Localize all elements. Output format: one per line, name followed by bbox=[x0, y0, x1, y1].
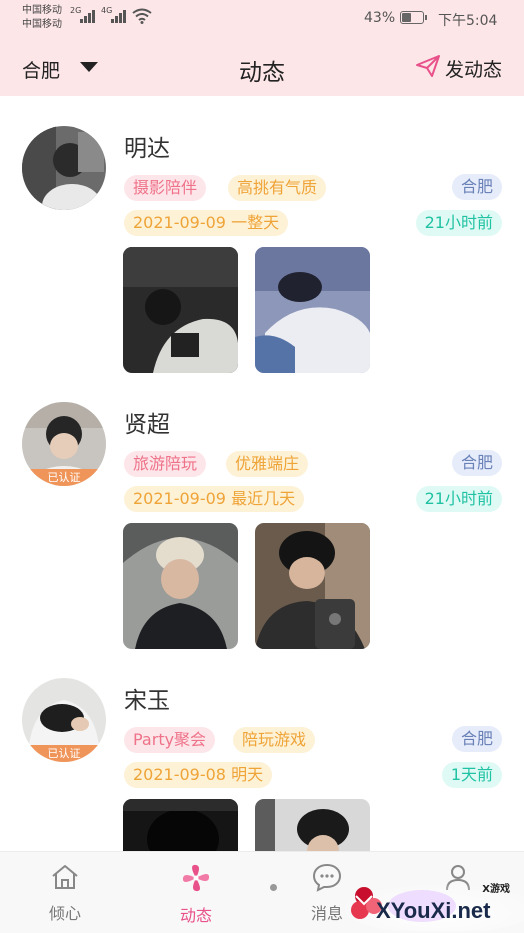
post-author-name[interactable]: 明达 bbox=[124, 129, 170, 163]
tab-label: 倾心 bbox=[48, 904, 81, 923]
interest-tag: 旅游陪玩 bbox=[124, 451, 207, 477]
pinwheel-icon bbox=[180, 864, 212, 898]
site-watermark: X游戏 XYouXi.net bbox=[340, 876, 524, 931]
house-icon bbox=[50, 865, 80, 896]
post-card[interactable]: 已认证 贤超 旅游陪玩 优雅端庄 合肥 2021-09-09 最近几天 21小时… bbox=[0, 372, 524, 649]
post-photo[interactable] bbox=[123, 247, 238, 373]
trait-tag: 高挑有气质 bbox=[228, 175, 327, 201]
post-card[interactable]: 明达 摄影陪伴 高挑有气质 合肥 2021-09-09 一整天 21小时前 bbox=[0, 96, 524, 373]
time-ago-badge: 21小时前 bbox=[415, 210, 502, 236]
signal-icon bbox=[80, 9, 96, 23]
carrier-1: 中国移动 bbox=[22, 5, 62, 16]
paper-plane-icon bbox=[415, 54, 441, 83]
tab-label: 动态 bbox=[179, 906, 212, 925]
verified-badge: 已认证 bbox=[22, 745, 106, 762]
time-ago-badge: 1天前 bbox=[441, 762, 502, 788]
avatar[interactable]: 已认证 bbox=[22, 678, 106, 762]
signal-icon bbox=[111, 9, 127, 23]
post-button-label: 发动态 bbox=[444, 59, 502, 81]
interest-tag: 摄影陪伴 bbox=[124, 175, 207, 201]
status-time: 下午5:04 bbox=[438, 13, 498, 29]
watermark-text: XYouXi.net bbox=[376, 898, 491, 923]
tab-home[interactable]: 倾心 bbox=[25, 862, 105, 924]
interest-tag: Party聚会 bbox=[124, 727, 216, 753]
feed-list[interactable]: 明达 摄影陪伴 高挑有气质 合肥 2021-09-09 一整天 21小时前 已认… bbox=[0, 96, 524, 851]
trait-tag: 优雅端庄 bbox=[226, 451, 309, 477]
time-ago-badge: 21小时前 bbox=[415, 486, 502, 512]
post-photo[interactable] bbox=[255, 523, 370, 649]
post-photo[interactable] bbox=[255, 799, 370, 851]
app-header: 合肥 动态 发动态 bbox=[0, 36, 524, 96]
battery-fill bbox=[402, 13, 412, 22]
chat-bubble-icon bbox=[311, 863, 343, 896]
city-badge: 合肥 bbox=[451, 174, 502, 200]
status-bar: 中国移动 中国移动 2G 4G 43% 下午5:04 bbox=[0, 0, 524, 36]
avatar[interactable] bbox=[22, 126, 106, 210]
post-photo[interactable] bbox=[255, 247, 370, 373]
carrier-2: 中国移动 bbox=[22, 19, 62, 30]
battery-icon bbox=[400, 11, 427, 24]
watermark-small: X游戏 bbox=[482, 884, 510, 895]
post-photo[interactable] bbox=[123, 799, 238, 851]
date-badge: 2021-09-08 明天 bbox=[124, 762, 273, 788]
date-badge: 2021-09-09 一整天 bbox=[124, 210, 289, 236]
post-card[interactable]: 已认证 宋玉 Party聚会 陪玩游戏 合肥 2021-09-08 明天 1天前 bbox=[0, 648, 524, 851]
unread-dot bbox=[270, 884, 277, 891]
city-badge: 合肥 bbox=[451, 726, 502, 752]
city-badge: 合肥 bbox=[451, 450, 502, 476]
post-photo[interactable] bbox=[123, 523, 238, 649]
post-author-name[interactable]: 宋玉 bbox=[124, 681, 170, 715]
post-author-name[interactable]: 贤超 bbox=[124, 405, 170, 439]
carrier-labels: 中国移动 中国移动 bbox=[22, 4, 62, 32]
tab-moments[interactable]: 动态 bbox=[156, 862, 236, 926]
wifi-icon bbox=[132, 8, 152, 28]
battery-percent: 43% bbox=[364, 10, 396, 26]
trait-tag: 陪玩游戏 bbox=[233, 727, 316, 753]
verified-badge: 已认证 bbox=[22, 469, 106, 486]
post-button[interactable]: 发动态 bbox=[415, 54, 502, 83]
avatar[interactable]: 已认证 bbox=[22, 402, 106, 486]
date-badge: 2021-09-09 最近几天 bbox=[124, 486, 305, 512]
